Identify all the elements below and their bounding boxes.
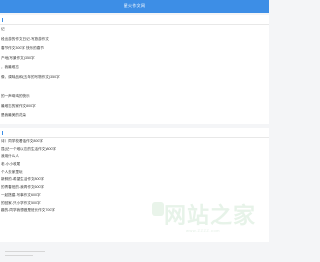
article-panel-1: 记 段出游的作文日记-写旅游作文 春节作文300字 快乐的春节 产地(写景作文)… [0,15,269,124]
watermark-icon [152,202,164,216]
article-link[interactable]: 我用什么人 [0,153,269,161]
footer-line [5,251,45,252]
watermark-logo: 网站之家 www.ZZZZ.com [150,196,266,236]
article-list: 记 段出游的作文日记-写旅游作文 春节作文300字 快乐的春节 产地(写景作文)… [0,25,269,121]
article-link[interactable]: 的一声母鸡的快乐 [0,92,269,102]
panel-accent-bar [2,18,3,22]
site-title[interactable]: 星火作文网 [0,0,269,12]
article-link[interactable]: 诗）同学校看话作文800字 [0,138,269,146]
article-link[interactable] [0,83,269,93]
watermark-text: 网站之家 [164,203,257,228]
panel-header [0,15,269,25]
article-link[interactable]: ，我最难忘 [0,63,269,73]
article-link[interactable]: 像，调味品和(五年的写物作文)350字 [0,73,269,83]
article-link[interactable]: 春节作文300字 快乐的春节 [0,44,269,54]
article-link[interactable]: 新鲜的-希望生活作文800字 [0,176,269,184]
article-link[interactable]: 是我最美的花朵 [0,111,269,121]
article-link[interactable]: 的青春班的-我再作文600字 [0,184,269,192]
article-link[interactable]: 老-小小收尾 [0,161,269,169]
watermark-url: www.ZZZZ.com [186,228,220,233]
article-link[interactable]: 产地(写景作文)350字 [0,54,269,64]
footer-line [5,255,33,256]
page-footer [0,246,269,262]
article-link[interactable]: 记 [0,25,269,35]
page-header: 星火作文网 [0,0,269,13]
panel-accent-bar [2,131,3,135]
panel-header [0,128,269,138]
article-link[interactable]: 最难忘的家作文800字 [0,102,269,112]
article-link[interactable]: 昆(记一个难以忘的生活作文)800字 [0,146,269,154]
article-link[interactable]: 个人去家里玩 [0,169,269,177]
article-link[interactable]: 段出游的作文日记-写旅游作文 [0,35,269,45]
